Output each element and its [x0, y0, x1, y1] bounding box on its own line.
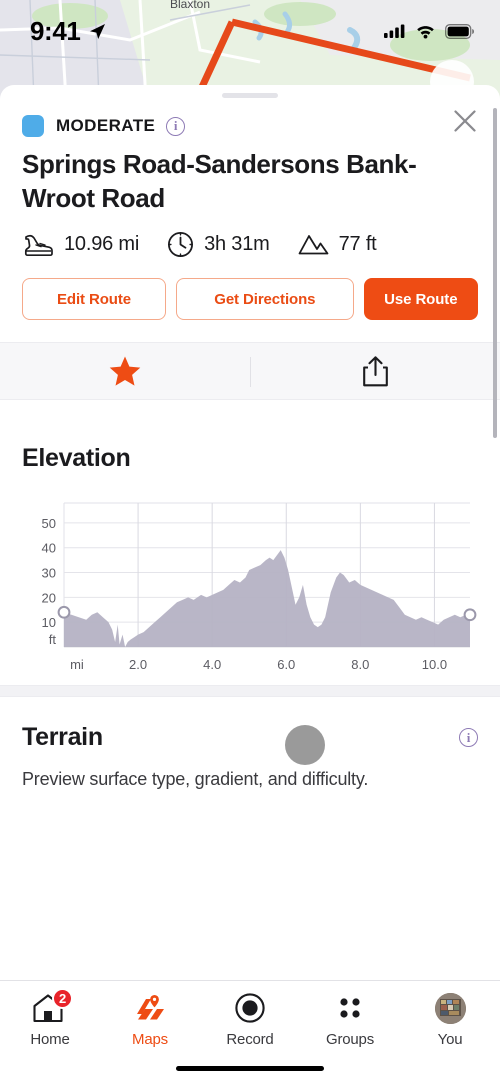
stat-distance-value: 10.96 mi [64, 233, 140, 255]
star-filled-icon [109, 356, 141, 386]
tab-maps-icon-wrap [133, 991, 167, 1025]
terrain-section: Terrain i Preview surface type, gradient… [0, 697, 500, 808]
stat-distance: 10.96 mi [22, 232, 139, 257]
mountain-icon [298, 235, 329, 255]
tab-record-icon-wrap [234, 991, 266, 1025]
tab-record[interactable]: Record [200, 991, 300, 1048]
share-icon [362, 355, 388, 386]
hiking-boot-icon [24, 234, 53, 257]
section-divider-band [0, 685, 500, 697]
tab-you-label: You [437, 1031, 463, 1048]
tab-record-label: Record [226, 1031, 274, 1048]
tab-groups-label: Groups [326, 1031, 374, 1048]
difficulty-color-chip [22, 115, 44, 137]
tab-you-icon-wrap [434, 991, 466, 1025]
svg-text:ft: ft [49, 632, 57, 647]
elevation-chart[interactable]: 10 20 30 40 50 ft mi 2.0 4.0 6.0 8.0 10.0 [22, 495, 478, 685]
route-action-buttons: Edit Route Get Directions Use Route [22, 278, 478, 320]
close-x-icon [454, 110, 476, 132]
tab-home-icon-wrap: 2 [32, 988, 74, 1025]
tab-groups[interactable]: Groups [300, 991, 400, 1048]
use-route-button[interactable]: Use Route [363, 278, 478, 320]
difficulty-row: MODERATE i [22, 115, 478, 137]
tab-home-label: Home [30, 1031, 70, 1048]
svg-text:mi: mi [70, 657, 84, 672]
tab-groups-icon-wrap [334, 991, 366, 1025]
sheet-scrollbar[interactable] [493, 108, 497, 438]
route-title: Springs Road-Sandersons Bank-Wroot Road [22, 149, 417, 213]
touch-indicator [285, 725, 325, 765]
terrain-subtitle: Preview surface type, gradient, and diff… [22, 769, 369, 789]
terrain-title: Terrain [22, 723, 103, 751]
edit-route-button[interactable]: Edit Route [22, 278, 167, 320]
clock-icon [168, 231, 194, 258]
route-stats: 10.96 mi 3h 31m 77 ft [22, 231, 478, 258]
app-root: Blaxton 9:41 MODERATE i Springs Road-San… [0, 0, 500, 1080]
groups-icon [340, 998, 360, 1018]
svg-text:Blaxton: Blaxton [170, 0, 210, 11]
stat-elevation-gain: 77 ft [298, 232, 377, 257]
get-directions-button[interactable]: Get Directions [176, 278, 354, 320]
svg-text:6.0: 6.0 [277, 657, 295, 672]
terrain-header: Terrain i [22, 723, 478, 752]
svg-text:50: 50 [42, 516, 56, 531]
tab-maps[interactable]: Maps [100, 991, 200, 1048]
home-badge: 2 [52, 988, 74, 1009]
elevation-title: Elevation [22, 444, 131, 472]
svg-text:8.0: 8.0 [351, 657, 369, 672]
favorite-button[interactable] [0, 343, 250, 399]
tab-maps-label: Maps [132, 1031, 168, 1048]
svg-text:10: 10 [42, 615, 56, 630]
tab-you[interactable]: You [400, 991, 500, 1048]
svg-text:20: 20 [42, 590, 56, 605]
route-header-card: MODERATE i Springs Road-Sandersons Bank-… [0, 115, 500, 320]
svg-text:30: 30 [42, 566, 56, 581]
svg-text:4.0: 4.0 [203, 657, 221, 672]
bottom-tab-bar: 2 Home Maps Record Groups You [0, 980, 500, 1080]
section-gap [0, 400, 500, 418]
secondary-action-row [0, 342, 500, 400]
svg-text:40: 40 [42, 541, 56, 556]
avatar-icon [434, 992, 466, 1024]
share-button[interactable] [250, 343, 500, 399]
stat-duration: 3h 31m [167, 231, 270, 258]
route-detail-sheet: MODERATE i Springs Road-Sandersons Bank-… [0, 85, 500, 980]
sheet-drag-handle[interactable] [222, 93, 278, 98]
home-indicator [176, 1066, 324, 1071]
avatar [434, 992, 466, 1024]
svg-text:2.0: 2.0 [129, 657, 147, 672]
elevation-section: Elevation 10 20 30 40 50 ft mi 2.0 4.0 6.0 8.0 10.0 [0, 418, 500, 685]
stat-elevation-value: 77 ft [338, 233, 377, 255]
stat-duration-value: 3h 31m [204, 233, 270, 255]
record-icon [235, 993, 265, 1023]
maps-icon [137, 994, 164, 1019]
difficulty-label: MODERATE [56, 116, 156, 135]
elevation-chart-svg: 10 20 30 40 50 ftmi 2.0 4.0 6.0 8.0 10.0 [42, 502, 477, 672]
difficulty-info-icon[interactable]: i [166, 116, 186, 136]
tab-home[interactable]: 2 Home [0, 988, 100, 1048]
svg-text:10.0: 10.0 [422, 657, 447, 672]
terrain-info-icon[interactable]: i [459, 728, 478, 747]
close-sheet-button[interactable] [450, 106, 480, 136]
